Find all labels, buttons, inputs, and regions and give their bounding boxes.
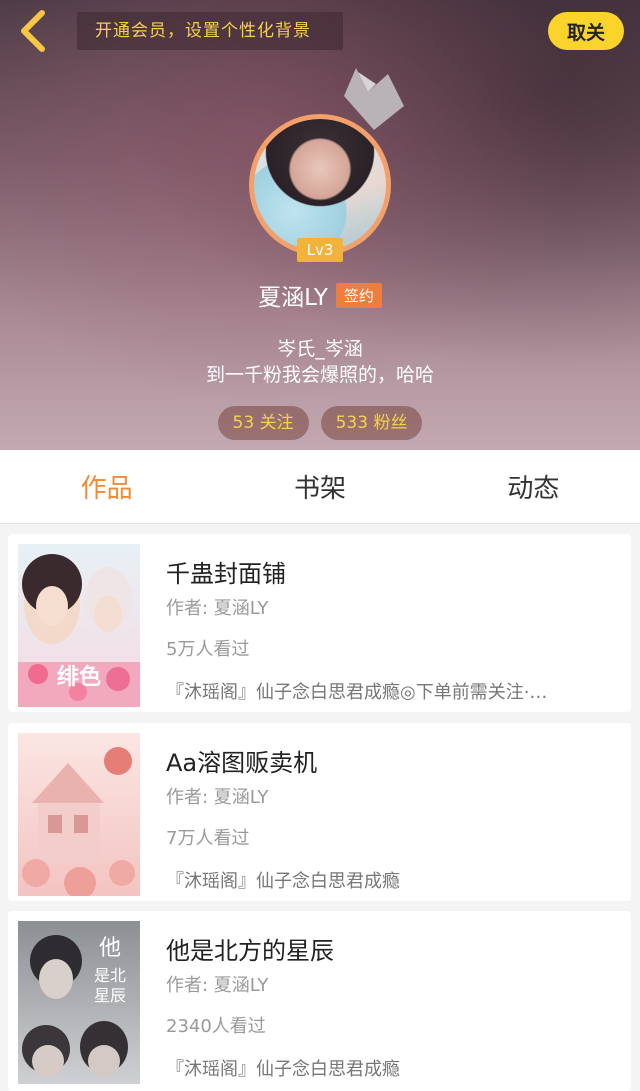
back-button[interactable]	[10, 8, 56, 54]
svg-text:星辰: 星辰	[94, 986, 126, 1005]
bio-line-2: 到一千粉我会爆照的，哈哈	[205, 364, 434, 386]
list-item[interactable]: 他 是北 星辰 他是北方的星辰 作者: 夏涵LY 2340人看过 『沐瑶阁』仙子…	[8, 911, 631, 1091]
level-badge: Lv3	[297, 238, 343, 262]
following-count[interactable]: 53 关注	[217, 406, 309, 440]
unfollow-button[interactable]: 取关	[548, 12, 624, 50]
username: 夏涵LY	[258, 285, 328, 311]
book-title[interactable]: 他是北方的星辰	[166, 931, 334, 966]
book-title[interactable]: Aa溶图贩卖机	[166, 743, 317, 778]
name-row: 夏涵LY 签约	[0, 278, 640, 312]
book-cover	[18, 733, 140, 896]
tab-works[interactable]: 作品	[0, 450, 213, 523]
profile-header: 开通会员，设置个性化背景 取关 Lv3 夏涵LY 签约 岑氏_岑涵 到一千粉我会…	[0, 0, 640, 450]
book-author: 作者: 夏涵LY	[166, 975, 269, 996]
signed-badge: 签约	[335, 282, 382, 308]
bio: 岑氏_岑涵 到一千粉我会爆照的，哈哈	[0, 336, 640, 388]
vip-background-banner[interactable]: 开通会员，设置个性化背景	[77, 12, 343, 50]
book-cover: 绯色	[18, 544, 140, 707]
book-views: 2340人看过	[166, 1016, 266, 1037]
stats-row: 53 关注 533 粉丝	[0, 406, 640, 440]
list-item[interactable]: Aa溶图贩卖机 作者: 夏涵LY 7万人看过 『沐瑶阁』仙子念白思君成瘾	[8, 723, 631, 901]
works-list: 绯色 千蛊封面铺 作者: 夏涵LY 5万人看过 『沐瑶阁』仙子念白思君成瘾◎下单…	[0, 524, 640, 1091]
followers-count[interactable]: 533 粉丝	[320, 406, 423, 440]
book-author: 作者: 夏涵LY	[166, 598, 269, 619]
avatar[interactable]	[249, 114, 391, 256]
book-description: 『沐瑶阁』仙子念白思君成瘾◎下单前需关注·…	[166, 682, 548, 703]
avatar-image	[254, 119, 386, 251]
svg-text:是北: 是北	[94, 966, 126, 985]
book-cover: 他 是北 星辰	[18, 921, 140, 1084]
profile-tabs: 作品 书架 动态	[0, 450, 640, 524]
book-description: 『沐瑶阁』仙子念白思君成瘾	[166, 1059, 400, 1080]
book-views: 7万人看过	[166, 828, 250, 849]
tab-bookshelf[interactable]: 书架	[213, 450, 426, 523]
tab-activity[interactable]: 动态	[427, 450, 640, 523]
book-author: 作者: 夏涵LY	[166, 787, 269, 808]
book-title[interactable]: 千蛊封面铺	[166, 554, 286, 589]
list-item[interactable]: 绯色 千蛊封面铺 作者: 夏涵LY 5万人看过 『沐瑶阁』仙子念白思君成瘾◎下单…	[8, 534, 631, 712]
svg-text:他: 他	[99, 936, 121, 961]
book-views: 5万人看过	[166, 639, 250, 660]
svg-text:绯色: 绯色	[57, 664, 101, 690]
chevron-left-icon	[21, 10, 45, 52]
book-description: 『沐瑶阁』仙子念白思君成瘾	[166, 871, 400, 892]
bio-line-1: 岑氏_岑涵	[277, 338, 363, 360]
